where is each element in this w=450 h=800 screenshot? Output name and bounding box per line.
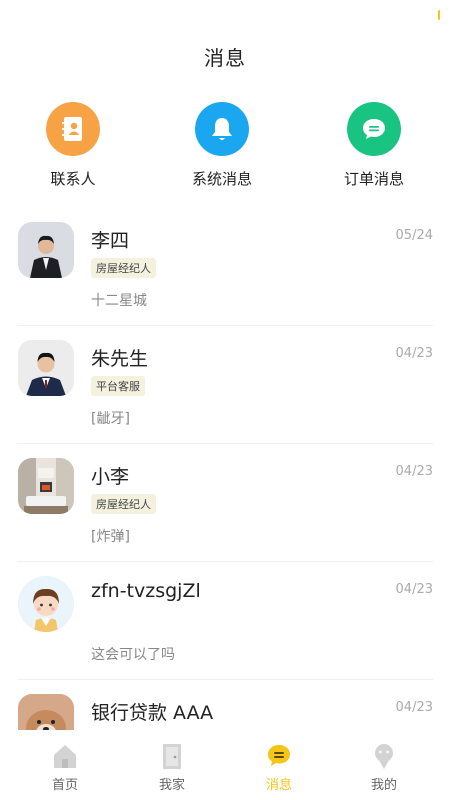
page-title: 消息 — [204, 46, 246, 70]
role-badge: 房屋经纪人 — [91, 494, 156, 514]
tab-messages[interactable]: 消息 — [239, 742, 319, 793]
order-messages-label: 订单消息 — [343, 170, 404, 188]
tab-label: 我的 — [370, 778, 397, 793]
tab-my-home[interactable]: 我家 — [132, 742, 212, 793]
message-icon — [265, 742, 293, 770]
contact-name: zfn-tvzsgjZl — [91, 580, 201, 602]
contacts-button[interactable]: 联系人 — [18, 102, 128, 189]
avatar — [18, 576, 74, 632]
tab-mine[interactable]: 我的 — [344, 742, 424, 793]
message-date: 04/23 — [395, 464, 433, 479]
tab-bar: 首页 我家 消息 我的 — [0, 730, 450, 800]
tab-label: 消息 — [265, 778, 292, 793]
role-badge: 房屋经纪人 — [91, 258, 156, 278]
house-icon — [51, 742, 79, 770]
system-icon-circle — [195, 102, 249, 156]
message-item[interactable]: 小李 04/23 房屋经纪人 [炸弹] — [17, 444, 433, 562]
avatar — [18, 694, 74, 730]
quick-actions: 联系人 系统消息 订单消息 — [0, 102, 450, 192]
tab-home[interactable]: 首页 — [25, 742, 105, 793]
status-indicator — [438, 10, 440, 20]
message-item[interactable]: 朱先生 04/23 平台客服 [龇牙] — [17, 326, 433, 444]
message-date: 05/24 — [395, 228, 433, 243]
tab-label: 我家 — [158, 778, 185, 793]
contacts-book-icon — [62, 117, 82, 141]
avatar — [18, 340, 74, 396]
message-item[interactable]: zfn-tvzsgjZl 04/23 这会可以了吗 — [17, 562, 433, 680]
message-preview: 这会可以了吗 — [91, 647, 175, 663]
tab-label: 首页 — [51, 778, 78, 793]
bell-icon — [212, 118, 232, 140]
contact-name: 朱先生 — [91, 348, 149, 370]
avatar — [18, 222, 74, 278]
message-item[interactable]: 李四 05/24 房屋经纪人 十二星城 — [17, 208, 433, 326]
contact-name: 小李 — [91, 466, 130, 488]
contact-name: 李四 — [91, 230, 130, 252]
contacts-icon-circle — [46, 102, 100, 156]
message-date: 04/23 — [395, 346, 433, 361]
message-preview: [炸弹] — [91, 529, 130, 545]
door-icon — [158, 742, 186, 770]
person-icon — [370, 742, 398, 770]
chat-bubble-icon — [363, 119, 385, 139]
message-preview: [龇牙] — [91, 411, 130, 427]
role-badge: 平台客服 — [91, 376, 145, 396]
message-date: 04/23 — [395, 582, 433, 597]
message-preview: 十二星城 — [91, 293, 147, 309]
orders-icon-circle — [347, 102, 401, 156]
contacts-label: 联系人 — [50, 170, 96, 188]
system-messages-label: 系统消息 — [191, 170, 252, 188]
avatar — [18, 458, 74, 514]
message-item[interactable]: 银行贷款 AAA 04/23 — [17, 680, 433, 730]
message-list: 李四 05/24 房屋经纪人 十二星城 朱先生 04/23 平台客服 [龇牙] — [0, 208, 450, 730]
system-messages-button[interactable]: 系统消息 — [167, 102, 277, 189]
contact-name: 银行贷款 AAA — [91, 702, 214, 724]
order-messages-button[interactable]: 订单消息 — [319, 102, 429, 189]
message-date: 04/23 — [395, 700, 433, 715]
